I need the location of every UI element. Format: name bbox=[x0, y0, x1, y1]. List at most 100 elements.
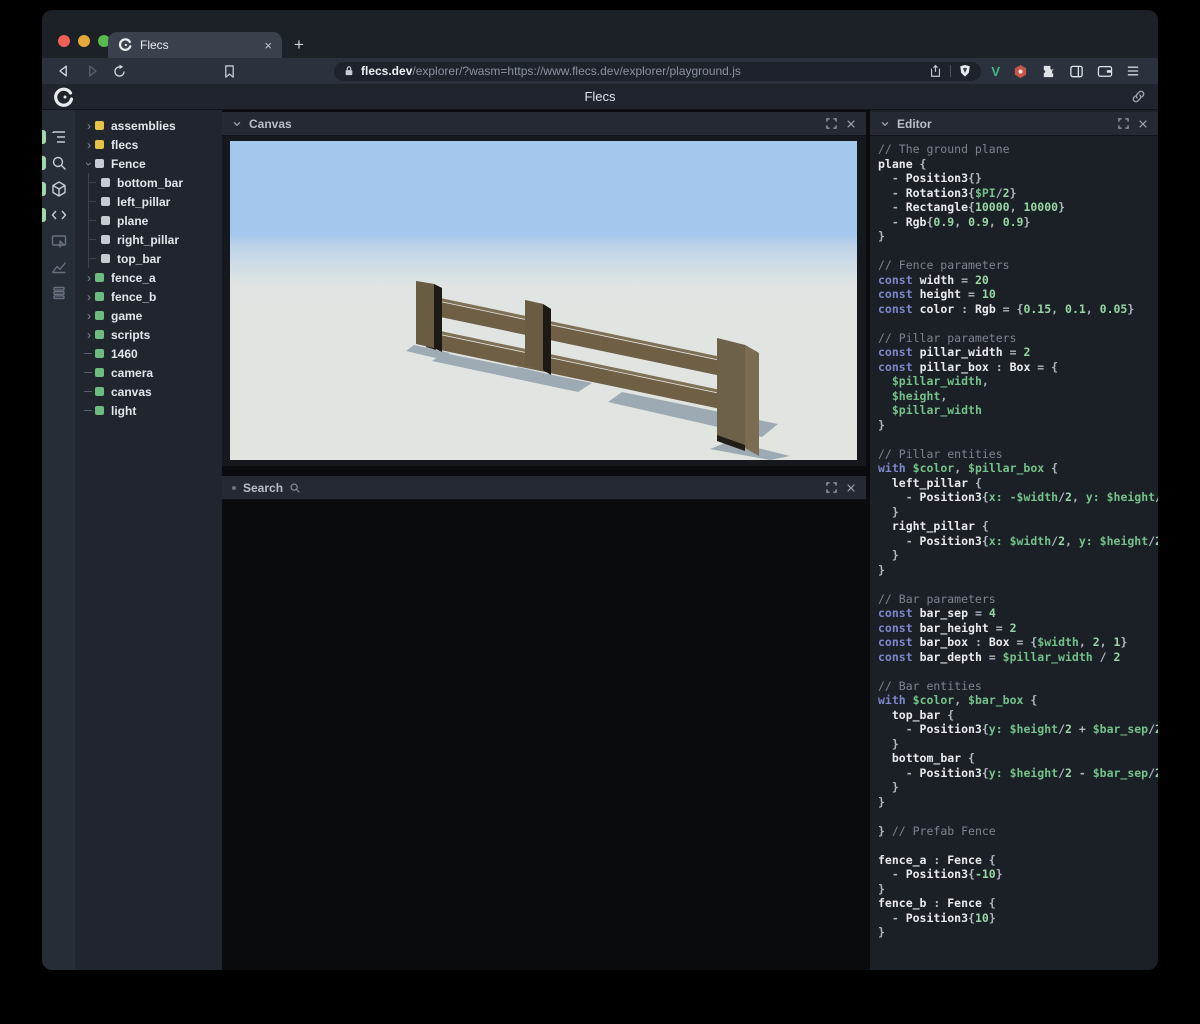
sidebar-canvas-screen-icon[interactable] bbox=[42, 228, 75, 254]
code-line: - Rotation3{$PI/2} bbox=[878, 185, 1017, 200]
browser-toolbar: flecs.dev/explorer/?wasm=https://www.fle… bbox=[42, 58, 1158, 84]
collapse-caret-icon[interactable]: › bbox=[82, 158, 96, 170]
tree-item-plane[interactable]: plane bbox=[83, 211, 222, 230]
tree-item-label: camera bbox=[111, 365, 154, 380]
url-bar[interactable]: flecs.dev/explorer/?wasm=https://www.fle… bbox=[334, 61, 982, 81]
tree-item-label: fence_a bbox=[111, 270, 156, 285]
flecs-favicon bbox=[118, 38, 132, 51]
code-line: with $color, $pillar_box { bbox=[878, 461, 1059, 475]
tree-connector bbox=[88, 249, 101, 268]
left-pillar bbox=[416, 281, 442, 352]
tab-close-icon[interactable]: × bbox=[264, 38, 272, 53]
reload-button[interactable] bbox=[112, 64, 127, 79]
search-panel-body[interactable] bbox=[222, 500, 866, 970]
tree-item-1460[interactable]: 1460 bbox=[83, 344, 222, 363]
middle-pillar bbox=[525, 300, 551, 375]
share-icon[interactable] bbox=[929, 64, 942, 78]
brave-shield-icon[interactable] bbox=[959, 64, 971, 78]
entity-tree-icon bbox=[51, 131, 65, 143]
leaf-dash bbox=[83, 372, 95, 373]
sidebar-entity-tree-icon[interactable] bbox=[42, 124, 75, 150]
sidebar-logs-rows-icon[interactable] bbox=[42, 280, 75, 306]
code-line: left_pillar { bbox=[891, 475, 982, 490]
close-icon[interactable] bbox=[846, 483, 856, 493]
new-tab-button[interactable]: + bbox=[294, 34, 304, 56]
fullscreen-icon[interactable] bbox=[826, 118, 837, 129]
tree-item-label: game bbox=[111, 308, 143, 323]
bookmark-icon[interactable] bbox=[223, 64, 236, 79]
forward-button[interactable] bbox=[84, 63, 100, 79]
tree-item-canvas[interactable]: canvas bbox=[83, 382, 222, 401]
tree-item-game[interactable]: › game bbox=[83, 306, 222, 325]
browser-tab[interactable]: Flecs × bbox=[108, 32, 282, 58]
active-indicator bbox=[42, 182, 46, 196]
code-line: - Position3{x: $width/2, y: $height/2} bbox=[878, 533, 1158, 548]
menu-hamburger-icon[interactable] bbox=[1126, 65, 1140, 77]
entity-color-dot bbox=[95, 311, 104, 320]
tree-item-top_bar[interactable]: top_bar bbox=[83, 249, 222, 268]
code-line: } bbox=[878, 881, 885, 896]
fullscreen-icon[interactable] bbox=[826, 482, 837, 493]
entity-color-dot bbox=[95, 406, 104, 415]
panel-title: Canvas bbox=[249, 116, 292, 131]
tree-item-Fence[interactable]: › Fence bbox=[82, 154, 222, 173]
wallet-icon[interactable] bbox=[1097, 64, 1113, 78]
tree-item-left_pillar[interactable]: left_pillar bbox=[83, 192, 222, 211]
tree-item-fence_a[interactable]: › fence_a bbox=[83, 268, 222, 287]
code-line: bottom_bar { bbox=[891, 751, 975, 765]
code-line: const bar_box : Box = {$width, 2, 1} bbox=[878, 635, 1128, 649]
share-link-icon[interactable] bbox=[1131, 89, 1146, 104]
expand-caret-icon[interactable]: › bbox=[83, 328, 95, 342]
close-window-button[interactable] bbox=[58, 35, 70, 47]
entity-color-dot bbox=[95, 159, 104, 168]
sidebar-script-code-icon[interactable] bbox=[42, 202, 75, 228]
tree-item-camera[interactable]: camera bbox=[83, 363, 222, 382]
divider bbox=[950, 65, 952, 77]
vue-devtools-icon[interactable]: V bbox=[991, 64, 1000, 79]
tree-item-scripts[interactable]: › scripts bbox=[83, 325, 222, 344]
adblock-extension-icon[interactable] bbox=[1013, 64, 1028, 79]
chevron-down-icon[interactable] bbox=[232, 119, 242, 129]
tree-connector bbox=[88, 211, 101, 230]
collapse-dot-icon[interactable] bbox=[232, 485, 236, 490]
expand-caret-icon[interactable]: › bbox=[83, 290, 95, 304]
tree-item-right_pillar[interactable]: right_pillar bbox=[83, 230, 222, 249]
tree-item-label: right_pillar bbox=[117, 232, 180, 247]
leaf-dash bbox=[83, 353, 95, 354]
tree-item-flecs[interactable]: › flecs bbox=[83, 135, 222, 154]
sidebar-stats-chart-icon[interactable] bbox=[42, 254, 75, 280]
close-icon[interactable] bbox=[1138, 119, 1148, 129]
fullscreen-icon[interactable] bbox=[1118, 118, 1129, 129]
sidebar-query-search-icon[interactable] bbox=[42, 150, 75, 176]
minimize-window-button[interactable] bbox=[78, 35, 90, 47]
code-line: $pillar_width, bbox=[891, 374, 989, 388]
sidebar-entities-cube-icon[interactable] bbox=[42, 176, 75, 202]
code-line: - Position3{10} bbox=[878, 910, 996, 925]
extensions-puzzle-icon[interactable] bbox=[1041, 64, 1056, 79]
tree-item-label: fence_b bbox=[111, 289, 157, 304]
leaf-dash bbox=[83, 391, 95, 392]
3d-viewport-fence-render[interactable] bbox=[230, 141, 857, 460]
tree-item-bottom_bar[interactable]: bottom_bar bbox=[83, 173, 222, 192]
stats-chart-icon bbox=[51, 262, 66, 274]
tree-item-label: bottom_bar bbox=[117, 175, 183, 190]
tree-item-label: Fence bbox=[111, 156, 146, 171]
tree-item-fence_b[interactable]: › fence_b bbox=[83, 287, 222, 306]
expand-caret-icon[interactable]: › bbox=[83, 271, 95, 285]
expand-caret-icon[interactable]: › bbox=[83, 309, 95, 323]
expand-caret-icon[interactable]: › bbox=[83, 119, 95, 133]
sidebar-toggle-icon[interactable] bbox=[1069, 64, 1084, 79]
tree-item-assemblies[interactable]: › assemblies bbox=[83, 116, 222, 135]
chevron-down-icon[interactable] bbox=[880, 119, 890, 129]
canvas-panel-body bbox=[222, 136, 866, 466]
back-button[interactable] bbox=[56, 63, 72, 79]
tree-item-label: 1460 bbox=[111, 346, 138, 361]
expand-caret-icon[interactable]: › bbox=[83, 138, 95, 152]
code-line: top_bar { bbox=[891, 707, 955, 722]
close-icon[interactable] bbox=[846, 119, 856, 129]
script-editor[interactable]: // The ground plane plane { - Position3{}… bbox=[870, 136, 1158, 970]
tree-item-light[interactable]: light bbox=[83, 401, 222, 420]
right-pillar bbox=[717, 338, 759, 456]
